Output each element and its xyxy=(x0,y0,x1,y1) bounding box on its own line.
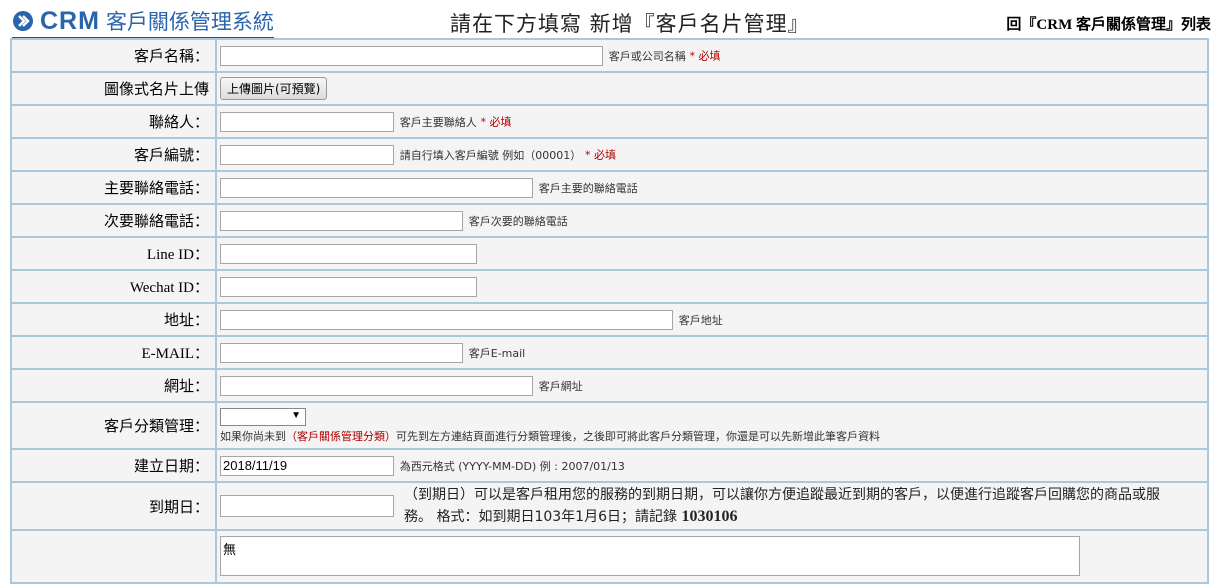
address-note: 客戶地址 xyxy=(678,313,723,327)
customer-no-label: 客戶編號： xyxy=(12,139,215,170)
chevron-down-icon: ▼ xyxy=(291,409,301,421)
logo-crm-text: CRM xyxy=(40,6,100,35)
customer-no-note: 請自行填入客戶編號 例如（00001） xyxy=(399,148,582,162)
customer-name-note: 客戶或公司名稱 xyxy=(608,49,686,63)
contact-note: 客戶主要聯絡人 xyxy=(399,115,477,129)
wechat-id-label: Wechat ID： xyxy=(12,271,215,302)
email-note: 客戶E-mail xyxy=(468,346,526,360)
category-manage-link[interactable]: （客戶關係管理分類） xyxy=(286,430,396,443)
contact-label: 聯絡人： xyxy=(12,106,215,137)
phone-alt-label: 次要聯絡電話： xyxy=(12,205,215,236)
card-upload-label: 圖像式名片上傳 xyxy=(12,73,215,104)
crm-logo[interactable]: CRM 客戶關係管理系統 xyxy=(12,6,274,39)
customer-name-input[interactable] xyxy=(220,45,603,66)
row-customer-no: 客戶編號： 請自行填入客戶編號 例如（00001） * 必填 xyxy=(12,139,1207,170)
website-label: 網址： xyxy=(12,370,215,401)
expiry-date-label: 到期日： xyxy=(12,483,215,529)
customer-no-required: * 必填 xyxy=(585,147,616,161)
row-customer-name: 客戶名稱： 客戶或公司名稱 * 必填 xyxy=(12,40,1207,71)
line-id-label: Line ID： xyxy=(12,238,215,269)
row-line-id: Line ID： xyxy=(12,238,1207,269)
memo-textarea[interactable]: 無 xyxy=(220,536,1080,576)
website-input[interactable] xyxy=(220,375,533,396)
created-date-label: 建立日期： xyxy=(12,450,215,481)
contact-required: * 必填 xyxy=(480,114,512,128)
category-note-post: 可先到左方連結頁面進行分類管理後，之後即可將此客戶分類管理，你還是可以先新增此筆… xyxy=(396,429,880,443)
row-website: 網址： 客戶網址 xyxy=(12,370,1207,401)
row-created-date: 建立日期： 為西元格式 (YYYY-MM-DD) 例 : 2007/01/13 xyxy=(12,450,1207,481)
address-label: 地址： xyxy=(12,304,215,335)
phone-alt-input[interactable] xyxy=(220,210,463,231)
created-date-input[interactable] xyxy=(220,455,394,476)
expiry-date-note-text: （到期日）可以是客戶租用您的服務的到期日期，可以讓你方便追蹤最近到期的客戶，以便… xyxy=(404,486,1160,525)
email-input[interactable] xyxy=(220,342,463,363)
contact-input[interactable] xyxy=(220,111,394,132)
line-id-input[interactable] xyxy=(220,243,477,264)
category-note-pre: 如果你尚未到 xyxy=(220,429,286,443)
phone-alt-note: 客戶次要的聯絡電話 xyxy=(468,214,568,228)
row-expiry-date: 到期日： （到期日）可以是客戶租用您的服務的到期日期，可以讓你方便追蹤最近到期的… xyxy=(12,483,1207,529)
row-address: 地址： 客戶地址 xyxy=(12,304,1207,335)
address-input[interactable] xyxy=(220,309,673,330)
row-email: E-MAIL： 客戶E-mail xyxy=(12,337,1207,368)
row-phone-main: 主要聯絡電話： 客戶主要的聯絡電話 xyxy=(12,172,1207,203)
page-title: 請在下方填寫 新增『客戶名片管理』 xyxy=(450,12,810,36)
crm-logo-icon xyxy=(13,11,33,31)
row-contact: 聯絡人： 客戶主要聯絡人 * 必填 xyxy=(12,106,1207,137)
wechat-id-input[interactable] xyxy=(220,276,477,297)
upload-image-button[interactable]: 上傳圖片(可預覽) xyxy=(220,77,328,100)
website-note: 客戶網址 xyxy=(538,379,583,393)
memo-label xyxy=(12,531,215,582)
customer-no-input[interactable] xyxy=(220,144,394,165)
customer-card-form: 客戶名稱： 客戶或公司名稱 * 必填 圖像式名片上傳 上傳圖片(可預覽) 聯絡人… xyxy=(10,38,1209,584)
category-note: 如果你尚未到（客戶關係管理分類）可先到左方連結頁面進行分類管理後，之後即可將此客… xyxy=(220,428,1206,444)
back-to-list-link[interactable]: 回『CRM 客戶關係管理』列表 xyxy=(1006,13,1211,34)
phone-main-note: 客戶主要的聯絡電話 xyxy=(538,181,638,195)
header: CRM 客戶關係管理系統 請在下方填寫 新增『客戶名片管理』 回『CRM 客戶關… xyxy=(0,0,1221,40)
expiry-date-note: （到期日）可以是客戶租用您的服務的到期日期，可以讓你方便追蹤最近到期的客戶，以便… xyxy=(404,485,1184,528)
category-select[interactable]: ▼ xyxy=(220,407,306,426)
row-phone-alt: 次要聯絡電話： 客戶次要的聯絡電話 xyxy=(12,205,1207,236)
phone-main-label: 主要聯絡電話： xyxy=(12,172,215,203)
customer-name-required: * 必填 xyxy=(689,48,721,62)
row-wechat-id: Wechat ID： xyxy=(12,271,1207,302)
row-card-upload: 圖像式名片上傳 上傳圖片(可預覽) xyxy=(12,73,1207,104)
category-label: 客戶分類管理： xyxy=(12,403,215,448)
created-date-note: 為西元格式 (YYYY-MM-DD) 例 : 2007/01/13 xyxy=(399,459,625,473)
row-memo: 無 xyxy=(12,531,1207,582)
email-label: E-MAIL： xyxy=(12,337,215,368)
logo-system-name: 客戶關係管理系統 xyxy=(105,10,274,34)
expiry-date-example: 1030106 xyxy=(681,507,738,525)
row-category: 客戶分類管理： ▼ 如果你尚未到（客戶關係管理分類）可先到左方連結頁面進行分類管… xyxy=(12,403,1207,448)
phone-main-input[interactable] xyxy=(220,177,533,198)
customer-name-label: 客戶名稱： xyxy=(12,40,215,71)
expiry-date-input[interactable] xyxy=(220,495,394,517)
